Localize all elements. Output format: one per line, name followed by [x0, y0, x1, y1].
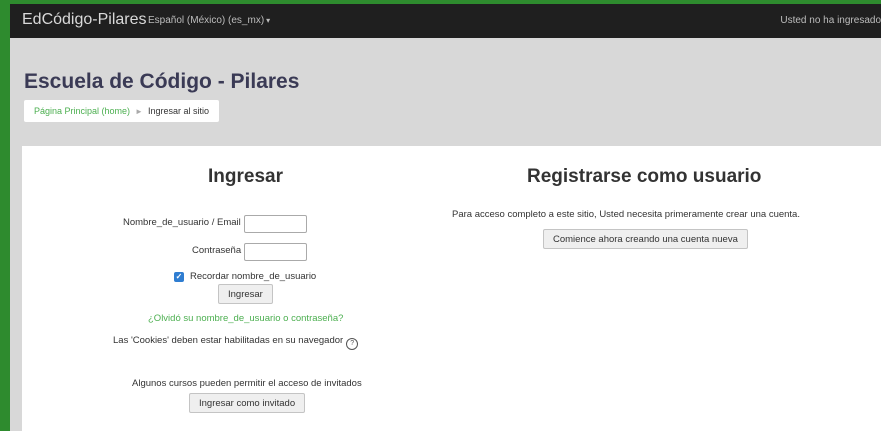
remember-label: Recordar nombre_de_usuario	[190, 271, 317, 282]
create-account-button[interactable]: Comience ahora creando una cuenta nueva	[543, 229, 748, 249]
language-menu[interactable]: Español (México) (es_mx) ▾	[148, 15, 270, 26]
page-header: Escuela de Código - Pilares Página Princ…	[10, 38, 881, 130]
password-input[interactable]	[244, 243, 307, 261]
main-content: Ingresar Nombre_de_usuario / Email Contr…	[22, 146, 881, 431]
password-label: Contraseña	[192, 245, 242, 256]
guest-login-button[interactable]: Ingresar como invitado	[189, 393, 306, 413]
top-navbar: EdCódigo-Pilares Español (México) (es_mx…	[10, 0, 881, 38]
remember-checkbox[interactable]: ✓	[174, 272, 184, 282]
login-title: Ingresar	[208, 166, 283, 187]
login-button[interactable]: Ingresar	[218, 284, 273, 304]
cookies-notice: Las 'Cookies' deben estar habilitadas en…	[113, 335, 359, 350]
guest-access-text: Algunos cursos pueden permitir el acceso…	[132, 378, 362, 389]
language-menu-label: Español (México) (es_mx)	[148, 15, 265, 26]
breadcrumb-separator-icon: ►	[135, 106, 143, 116]
help-icon[interactable]: ?	[346, 338, 359, 350]
username-input[interactable]	[244, 215, 307, 233]
signup-panel: Registrarse como usuario Para acceso com…	[442, 146, 881, 431]
breadcrumb-current: Ingresar al sitio	[147, 106, 209, 116]
username-label: Nombre_de_usuario / Email	[123, 217, 241, 228]
cookies-notice-text: Las 'Cookies' deben estar habilitadas en…	[113, 335, 344, 346]
signup-title: Registrarse como usuario	[527, 166, 762, 187]
caret-down-icon: ▾	[266, 16, 271, 25]
forgot-password-link[interactable]: ¿Olvidó su nombre_de_usuario o contraseñ…	[148, 313, 343, 324]
site-brand-link[interactable]: EdCódigo-Pilares	[22, 11, 147, 29]
page-title: Escuela de Código - Pilares	[24, 70, 300, 93]
breadcrumb: Página Principal (home) ► Ingresar al si…	[24, 100, 219, 122]
login-status: Usted no ha ingresado	[780, 15, 881, 26]
breadcrumb-home-link[interactable]: Página Principal (home)	[34, 106, 130, 116]
login-panel: Ingresar Nombre_de_usuario / Email Contr…	[22, 146, 464, 431]
window-left-border	[0, 0, 10, 431]
signup-description: Para acceso completo a este sitio, Usted…	[452, 209, 800, 220]
